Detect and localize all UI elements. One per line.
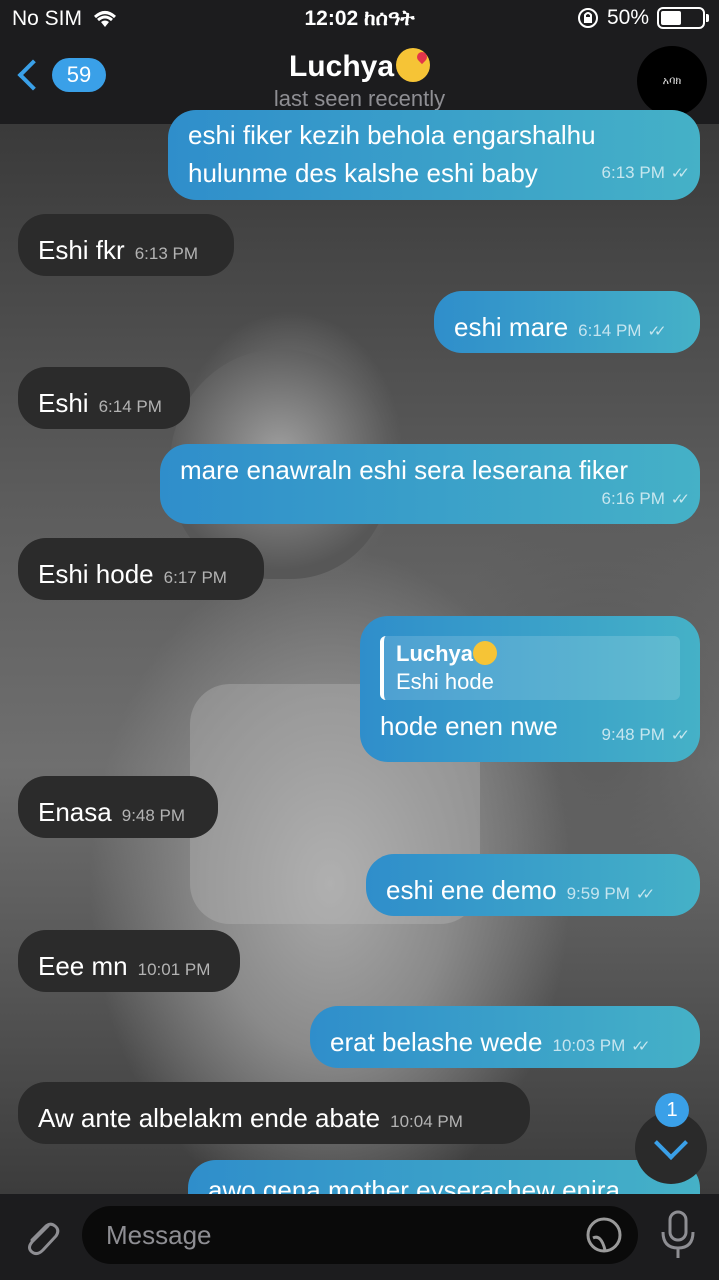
read-checks-icon: ✓✓	[670, 491, 690, 508]
message-incoming[interactable]: Eshi fkr 6:13 PM	[18, 214, 234, 276]
chevron-down-icon	[654, 1126, 688, 1160]
message-time: 9:48 PM	[601, 725, 665, 744]
message-outgoing[interactable]: eshi ene demo 9:59 PM ✓✓	[366, 854, 700, 916]
message-outgoing[interactable]: mare enawraln eshi sera leserana fiker 6…	[160, 444, 700, 524]
sticker-icon[interactable]	[585, 1216, 623, 1254]
kiss-emoji-icon	[396, 48, 431, 82]
message-composer	[0, 1194, 719, 1280]
message-time: 6:13 PM	[601, 163, 665, 182]
chat-title[interactable]: Luchya	[0, 48, 719, 84]
message-time: 10:04 PM	[390, 1112, 463, 1131]
message-text: erat belashe wede	[330, 1027, 543, 1057]
message-text: Enasa	[38, 797, 112, 827]
message-time: 6:16 PM	[601, 489, 665, 508]
microphone-icon[interactable]	[658, 1208, 698, 1262]
contact-name: Luchya	[288, 50, 395, 83]
message-time: 9:59 PM	[566, 884, 630, 903]
paperclip-icon[interactable]	[18, 1214, 64, 1260]
battery-percent: 50%	[606, 6, 649, 29]
battery-icon	[657, 7, 709, 29]
message-text: eshi ene demo	[386, 875, 557, 905]
message-incoming[interactable]: Eshi hode 6:17 PM	[18, 538, 264, 600]
message-time: 6:17 PM	[163, 568, 227, 587]
message-text: Eshi	[38, 388, 89, 418]
message-outgoing-reply[interactable]: Luchya Eshi hode hode enen nwe 9:48 PM ✓✓	[360, 616, 700, 762]
message-text: Eee mn	[38, 951, 128, 981]
message-input[interactable]	[82, 1206, 638, 1264]
reply-text: Eshi hode	[396, 669, 494, 694]
unread-count-badge: 1	[655, 1093, 689, 1127]
read-checks-icon: ✓✓	[670, 165, 690, 182]
read-checks-icon: ✓✓	[635, 886, 655, 903]
message-text: Aw ante albelakm ende abate	[38, 1103, 381, 1133]
message-incoming[interactable]: Eshi 6:14 PM	[18, 367, 190, 429]
quoted-reply[interactable]: Luchya Eshi hode	[380, 636, 680, 700]
message-text: eshi mare	[454, 312, 569, 342]
message-outgoing[interactable]: awo gena mother eyserachew enira	[188, 1160, 700, 1194]
last-seen-status: last seen recently	[273, 86, 446, 111]
message-time: 6:13 PM	[134, 244, 198, 263]
status-bar: No SIM 12:02 ከሰዓት 50%	[0, 0, 719, 40]
message-text: awo gena mother eyserachew enira	[208, 1175, 620, 1194]
message-time: 9:48 PM	[121, 806, 186, 825]
message-time: 10:03 PM	[552, 1036, 626, 1055]
message-time: 10:01 PM	[137, 960, 211, 979]
read-checks-icon: ✓✓	[670, 727, 690, 744]
kiss-emoji-icon	[473, 641, 498, 665]
avatar-text: አባክ	[662, 74, 682, 87]
read-checks-icon: ✓✓	[647, 323, 666, 340]
reply-author: Luchya	[396, 641, 474, 666]
message-incoming[interactable]: Enasa 9:48 PM	[18, 776, 218, 838]
message-time: 6:14 PM	[578, 321, 642, 340]
message-incoming[interactable]: Aw ante albelakm ende abate 10:04 PM	[18, 1082, 530, 1144]
message-text: Eshi hode	[38, 559, 154, 589]
message-outgoing[interactable]: eshi mare 6:14 PM ✓✓	[434, 291, 700, 353]
message-text: eshi fiker kezih behola engarshalhu hulu…	[188, 120, 596, 188]
message-text: Eshi fkr	[38, 235, 125, 265]
rotation-lock-icon	[577, 8, 598, 28]
message-outgoing[interactable]: eshi fiker kezih behola engarshalhu hulu…	[168, 110, 700, 200]
read-checks-icon: ✓✓	[631, 1038, 650, 1055]
message-outgoing[interactable]: erat belashe wede 10:03 PM ✓✓	[310, 1006, 700, 1068]
message-incoming[interactable]: Eee mn 10:01 PM	[18, 930, 240, 992]
message-time: 6:14 PM	[98, 397, 162, 416]
avatar[interactable]: አባክ	[637, 46, 707, 116]
